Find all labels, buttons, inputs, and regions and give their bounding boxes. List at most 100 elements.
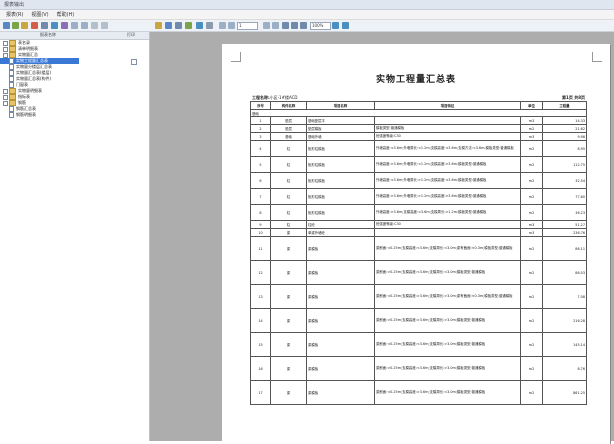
col-header-component: 构件名称 bbox=[270, 101, 307, 110]
row-unit: m2 bbox=[520, 308, 543, 333]
row-no: 1 bbox=[250, 116, 271, 125]
tree-item-label: 实物量汇总表(楼层) bbox=[16, 70, 52, 75]
row-unit: m2 bbox=[520, 204, 543, 221]
row-unit: m3 bbox=[520, 132, 543, 141]
table-row: 13 梁梁模板 梁断面:<0.25m;支模高度:>3.6m;支模周长:>3.0m;梁… bbox=[250, 284, 587, 309]
row-no: 7 bbox=[250, 188, 271, 205]
table-row: 14 梁梁模板 梁断面:>0.25m;支模高度:>3.6m;支模周长:>3.0m;模… bbox=[250, 308, 587, 333]
row-unit: m2 bbox=[520, 124, 543, 133]
col-header-feature: 项目特征 bbox=[374, 101, 521, 110]
row-item: 梁模板 bbox=[306, 356, 375, 381]
row-qty: 7.08 bbox=[542, 284, 587, 309]
expand-icon[interactable] bbox=[3, 46, 8, 52]
report-title: 实物工程量汇总表 bbox=[375, 75, 456, 85]
tree-item-label: 钢筋 bbox=[18, 100, 26, 105]
table-row: 7 柱矩形柱模板 外墙高度:>3.6m;外墙周长:>1.2m;支模高度:>3.6m;… bbox=[250, 188, 587, 205]
last-page-icon[interactable] bbox=[272, 22, 279, 29]
table-row: 1 垫层 基础垫层平 m3 14.33 bbox=[250, 116, 587, 125]
row-no: 16 bbox=[250, 356, 271, 381]
row-qty: 8.95 bbox=[542, 140, 587, 157]
save-icon[interactable] bbox=[21, 22, 28, 29]
row-item: 梁模板 bbox=[306, 332, 375, 357]
row-item: 矩形柱模板 bbox=[306, 156, 375, 173]
row-feature: 模板类型:普通模板 bbox=[374, 124, 521, 133]
zoom-select[interactable]: 100% bbox=[310, 22, 331, 30]
menu-report[interactable]: 报表(R) bbox=[6, 11, 23, 18]
row-component: 柱 bbox=[270, 204, 307, 221]
open-icon[interactable] bbox=[12, 22, 19, 29]
row-component: 柱 bbox=[270, 140, 307, 157]
up-icon[interactable] bbox=[71, 22, 78, 29]
next-page-icon[interactable] bbox=[263, 22, 270, 29]
row-qty: 86.03 bbox=[542, 260, 587, 285]
expand-icon[interactable] bbox=[3, 40, 8, 46]
row-item: 梁模板 bbox=[306, 260, 375, 285]
menu-view[interactable]: 视图(V) bbox=[31, 11, 48, 18]
zoom-in-icon[interactable] bbox=[332, 22, 339, 29]
single-page-icon[interactable] bbox=[282, 22, 289, 29]
table-row: 9 柱柱砼 砼强度等级:C30 m3 51.27 bbox=[250, 220, 587, 229]
first-page-icon[interactable] bbox=[219, 22, 226, 29]
row-feature bbox=[374, 116, 521, 125]
expand-icon[interactable] bbox=[3, 94, 8, 100]
tree-item-label: 钢筋汇总表 bbox=[16, 106, 36, 111]
row-component: 基础 bbox=[270, 132, 307, 141]
copy-icon[interactable] bbox=[41, 22, 48, 29]
menu-help[interactable]: 帮助(H) bbox=[57, 11, 75, 18]
row-feature: 梁断面:>0.25m;支模高度:<3.6m;支模周长:>3.0m;模板类型:普通… bbox=[374, 356, 521, 381]
row-feature: 梁断面:<0.25m;支模高度:<3.6m;支模周长:<3.0m;梁有截面:<0… bbox=[374, 236, 521, 261]
zoom-out-icon[interactable] bbox=[342, 22, 349, 29]
page-number-input[interactable]: 1 bbox=[237, 22, 258, 30]
row-feature: 梁断面:<0.25m;支模高度:<3.6m;支模周长:>3.0m;模板类型:普通… bbox=[374, 332, 521, 357]
row-item: 基础外墙 bbox=[306, 132, 375, 141]
row-component: 梁 bbox=[270, 380, 307, 405]
export-excel-icon[interactable] bbox=[185, 22, 192, 29]
row-component: 梁 bbox=[270, 236, 307, 261]
row-qty: 112.75 bbox=[542, 156, 587, 173]
zoom-icon[interactable] bbox=[196, 22, 203, 29]
row-feature: 梁断面:<0.25m;支模高度:>3.6m;支模周长:>3.0m;梁有截面:<0… bbox=[374, 284, 521, 309]
delete-icon[interactable] bbox=[31, 22, 38, 29]
tree-header: 报表名称 打印 bbox=[0, 32, 149, 40]
row-qty: 86.11 bbox=[542, 236, 587, 261]
print-icon[interactable] bbox=[165, 22, 172, 29]
expand-icon[interactable] bbox=[3, 100, 8, 106]
row-feature: 梁断面:>0.25m;支模高度:<3.6m;支模周长:<3.0m;模板类型:普通… bbox=[374, 260, 521, 285]
row-component: 柱 bbox=[270, 172, 307, 189]
settings-icon[interactable] bbox=[61, 22, 68, 29]
table-row: 17 梁梁模板 梁断面:<0.25m;支模高度:>3.6m;支模周长:<3.0m;模… bbox=[250, 380, 587, 405]
tree-item-label: 实物量汇总 bbox=[18, 52, 38, 57]
table-row: 8 柱矩形柱模板 外墙高度:>3.6m;支模高度:<3.6m;支模周长:>1.2m;… bbox=[250, 204, 587, 221]
multi-page-icon[interactable] bbox=[300, 22, 307, 29]
row-item: 梁模板 bbox=[306, 380, 375, 405]
refresh-icon[interactable] bbox=[101, 22, 108, 29]
tree-item[interactable]: 钢筋明细表 bbox=[0, 112, 149, 118]
prev-page-icon[interactable] bbox=[228, 22, 235, 29]
expand-icon[interactable] bbox=[3, 88, 8, 94]
table-row: 6 柱矩形柱模板 外墙高度:<3.6m;外墙周长:>1.2m;支模高度:<3.6m;… bbox=[250, 172, 587, 189]
row-unit: m2 bbox=[520, 188, 543, 205]
table-row: 11 梁梁模板 梁断面:<0.25m;支模高度:<3.6m;支模周长:<3.0m;梁… bbox=[250, 236, 587, 261]
two-page-icon[interactable] bbox=[291, 22, 298, 29]
row-feature: 砼强度等级:C30 bbox=[374, 132, 521, 141]
filter-icon[interactable] bbox=[91, 22, 98, 29]
print-preview-icon[interactable] bbox=[175, 22, 182, 29]
row-feature: 梁断面:<0.25m;支模高度:>3.6m;支模周长:<3.0m;模板类型:普通… bbox=[374, 380, 521, 405]
row-no: 10 bbox=[250, 228, 271, 237]
row-unit: m2 bbox=[520, 380, 543, 405]
row-qty: 9.98 bbox=[542, 132, 587, 141]
down-icon[interactable] bbox=[81, 22, 88, 29]
row-no: 4 bbox=[250, 140, 271, 157]
open-report-icon[interactable] bbox=[155, 22, 162, 29]
row-component: 柱 bbox=[270, 156, 307, 173]
expand-icon[interactable] bbox=[3, 52, 8, 58]
row-item: 矩形柱模板 bbox=[306, 188, 375, 205]
page-setup-icon[interactable] bbox=[206, 22, 213, 29]
row-unit: m2 bbox=[520, 156, 543, 173]
row-qty: 216.28 bbox=[542, 308, 587, 333]
export-icon[interactable] bbox=[51, 22, 58, 29]
new-icon[interactable] bbox=[3, 22, 10, 29]
row-feature: 外墙高度:<3.6m;外墙周长:<1.2m;支模高度:<3.6m;支模方法:<3… bbox=[374, 140, 521, 157]
row-unit: m2 bbox=[520, 356, 543, 381]
row-no: 13 bbox=[250, 284, 271, 309]
